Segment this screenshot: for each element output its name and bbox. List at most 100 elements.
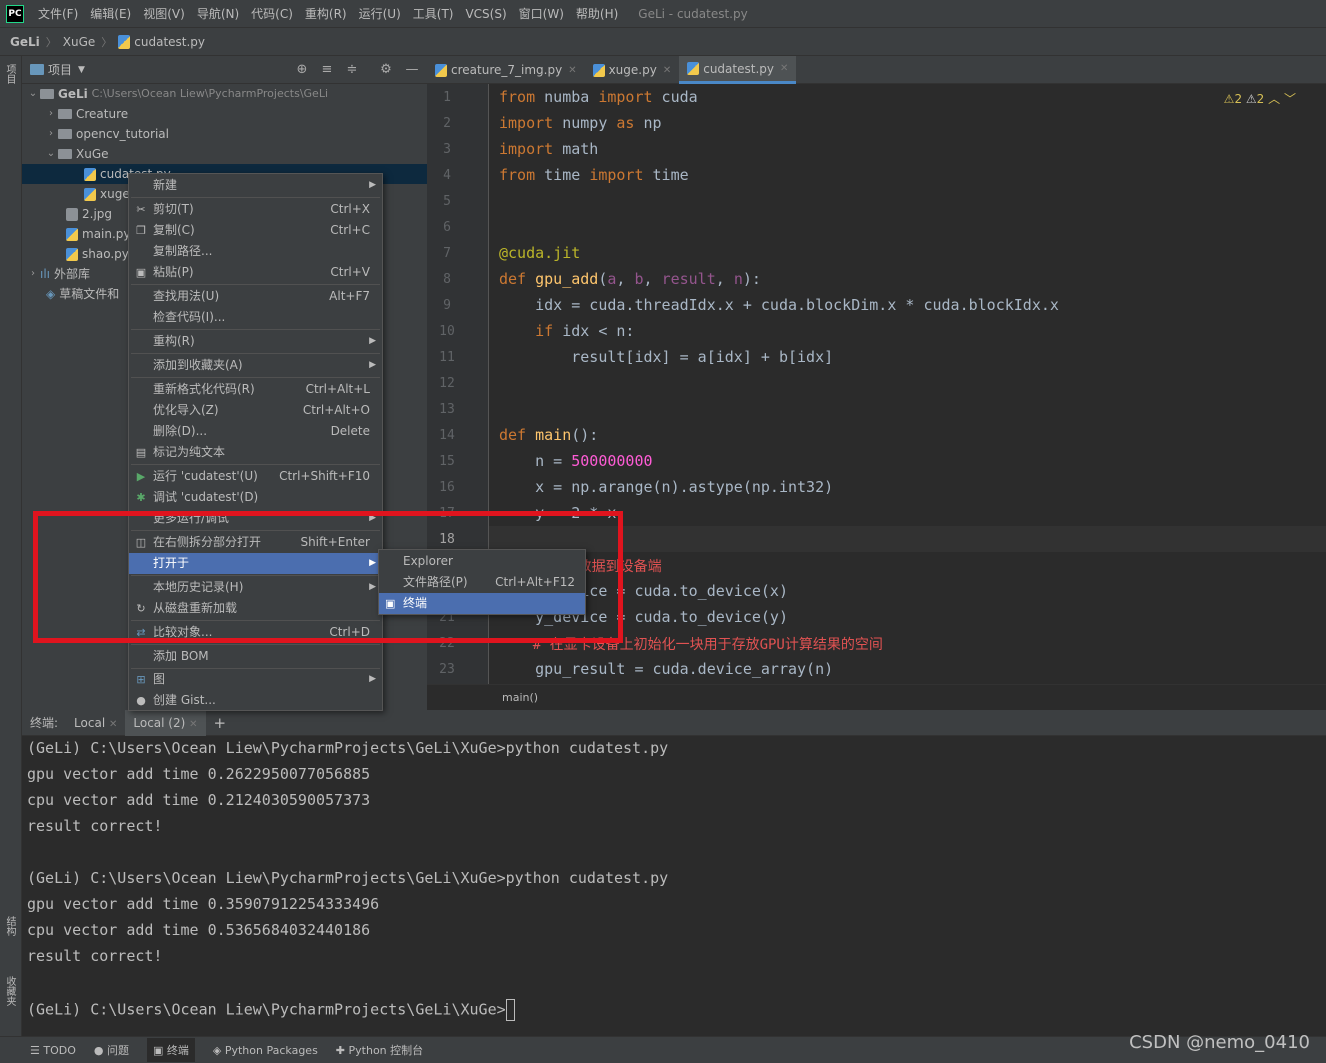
menu-separator bbox=[131, 353, 380, 354]
stripe-structure[interactable]: 结构 bbox=[2, 916, 17, 936]
submenu-file-path[interactable]: 文件路径(P) Ctrl+Alt+F12 bbox=[379, 572, 585, 593]
tree-item-xuge[interactable]: ⌄ XuGe bbox=[44, 144, 109, 164]
chevron-down-icon[interactable]: ﹀ bbox=[1284, 92, 1296, 106]
breadcrumb-folder[interactable]: XuGe bbox=[63, 35, 96, 49]
close-icon[interactable]: ✕ bbox=[189, 719, 197, 730]
tab-xuge[interactable]: xuge.py ✕ bbox=[585, 56, 680, 84]
tree-item-external-libs[interactable]: › ılı 外部库 bbox=[26, 264, 90, 284]
todo-button[interactable]: ☰ TODO bbox=[30, 1044, 76, 1057]
chevron-down-icon[interactable]: ▼ bbox=[78, 65, 85, 75]
terminal-line: gpu vector add time 0.35907912254333496 bbox=[27, 895, 380, 913]
chevron-down-icon[interactable]: ⌄ bbox=[44, 144, 58, 164]
ctx-local-history[interactable]: 本地历史记录(H) ▶ bbox=[129, 577, 382, 598]
tree-item-main[interactable]: main.py bbox=[66, 224, 131, 244]
ctx-delete[interactable]: 删除(D)... Delete bbox=[129, 421, 382, 442]
stripe-favorites[interactable]: 收藏夹 bbox=[2, 976, 17, 1006]
ctx-refactor[interactable]: 重构(R) ▶ bbox=[129, 331, 382, 352]
tree-item-opencv[interactable]: › opencv_tutorial bbox=[44, 124, 169, 144]
tab-creature[interactable]: creature_7_img.py ✕ bbox=[427, 56, 585, 84]
close-icon[interactable]: ✕ bbox=[568, 65, 576, 76]
ctx-add-bom[interactable]: 添加 BOM bbox=[129, 646, 382, 667]
tree-item-xuge-py[interactable]: xuge bbox=[84, 184, 130, 204]
project-title[interactable]: 项目 bbox=[48, 61, 72, 78]
submenu-terminal[interactable]: ▣ 终端 bbox=[379, 593, 585, 614]
close-icon[interactable]: ✕ bbox=[663, 65, 671, 76]
paste-icon: ▣ bbox=[135, 266, 147, 279]
chevron-right-icon[interactable]: › bbox=[44, 124, 58, 144]
submenu-explorer[interactable]: Explorer bbox=[379, 551, 585, 572]
chevron-right-icon[interactable]: › bbox=[26, 264, 40, 284]
locate-icon[interactable]: ⊕ bbox=[294, 62, 310, 78]
editor-scope-label[interactable]: main() bbox=[502, 691, 538, 704]
submenu-label: 文件路径(P) bbox=[403, 575, 468, 589]
ctx-label: 复制(C) bbox=[153, 223, 195, 237]
breadcrumb-file[interactable]: cudatest.py bbox=[134, 35, 205, 49]
menu-code[interactable]: 代码(C) bbox=[245, 0, 299, 28]
ctx-run[interactable]: ▶ 运行 'cudatest'(U) Ctrl+Shift+F10 bbox=[129, 466, 382, 487]
terminal[interactable]: (GeLi) C:\Users\Ocean Liew\PycharmProjec… bbox=[22, 736, 1326, 1036]
line-number: 1 bbox=[443, 90, 451, 105]
menu-refactor[interactable]: 重构(R) bbox=[299, 0, 353, 28]
editor-tabs: creature_7_img.py ✕ xuge.py ✕ cudatest.py ✕ bbox=[427, 56, 1326, 84]
ctx-open-split[interactable]: ◫ 在右侧拆分部分打开 Shift+Enter bbox=[129, 532, 382, 553]
stripe-project[interactable]: 项目 bbox=[2, 64, 17, 84]
ctx-inspect-code[interactable]: 检查代码(I)... bbox=[129, 307, 382, 328]
tree-item-root[interactable]: ⌄ GeLi C:\Users\Ocean Liew\PycharmProjec… bbox=[26, 84, 328, 104]
menu-help[interactable]: 帮助(H) bbox=[570, 0, 624, 28]
expand-all-icon[interactable]: ≡ bbox=[319, 62, 335, 78]
python-packages-button[interactable]: ◈ Python Packages bbox=[213, 1044, 318, 1057]
tab-label: creature_7_img.py bbox=[451, 63, 563, 77]
ctx-new[interactable]: 新建 ▶ bbox=[129, 175, 382, 196]
status-label: 终端 bbox=[166, 1044, 189, 1057]
tree-item-shao[interactable]: shao.py bbox=[66, 244, 129, 264]
breadcrumb-project[interactable]: GeLi bbox=[10, 35, 40, 49]
tree-label: 2.jpg bbox=[82, 207, 113, 221]
chevron-right-icon: ▶ bbox=[369, 674, 376, 684]
collapse-all-icon[interactable]: ≑ bbox=[344, 62, 360, 78]
close-icon[interactable]: ✕ bbox=[109, 719, 117, 730]
ctx-debug[interactable]: ✱ 调试 'cudatest'(D) bbox=[129, 487, 382, 508]
ctx-compare-with[interactable]: ⇄ 比较对象... Ctrl+D bbox=[129, 622, 382, 643]
ctx-shortcut: Ctrl+D bbox=[329, 625, 370, 639]
problems-button[interactable]: ● 问题 bbox=[94, 1042, 129, 1058]
tab-cudatest[interactable]: cudatest.py ✕ bbox=[679, 56, 797, 84]
ctx-reload-from-disk[interactable]: ↻ 从磁盘重新加载 bbox=[129, 598, 382, 619]
warnings-indicator[interactable]: ⚠2 ⚠2 ︿ ﹀ bbox=[1224, 90, 1296, 107]
add-terminal-button[interactable]: + bbox=[206, 714, 235, 732]
chevron-right-icon[interactable]: › bbox=[44, 104, 58, 124]
ctx-create-gist[interactable]: ● 创建 Gist... bbox=[129, 690, 382, 711]
ctx-cut[interactable]: ✂ 剪切(T) Ctrl+X bbox=[129, 199, 382, 220]
menu-run[interactable]: 运行(U) bbox=[353, 0, 407, 28]
menu-view[interactable]: 视图(V) bbox=[137, 0, 191, 28]
menu-file[interactable]: 文件(F) bbox=[32, 0, 84, 28]
ctx-copy-path[interactable]: 复制路径... bbox=[129, 241, 382, 262]
chevron-up-icon[interactable]: ︿ bbox=[1268, 92, 1280, 106]
minimize-icon[interactable]: — bbox=[404, 62, 420, 78]
terminal-button[interactable]: ▣ 终端 bbox=[146, 1038, 195, 1062]
menu-tools[interactable]: 工具(T) bbox=[407, 0, 460, 28]
tree-item-scratches[interactable]: ◈ 草稿文件和 bbox=[46, 284, 119, 304]
gear-icon[interactable]: ⚙ bbox=[378, 62, 394, 78]
terminal-tab-local-2[interactable]: Local (2) ✕ bbox=[125, 709, 206, 736]
ctx-open-in[interactable]: 打开于 ▶ bbox=[129, 553, 382, 574]
ctx-optimize-imports[interactable]: 优化导入(Z) Ctrl+Alt+O bbox=[129, 400, 382, 421]
ctx-find-usages[interactable]: 查找用法(U) Alt+F7 bbox=[129, 286, 382, 307]
tree-label: opencv_tutorial bbox=[76, 127, 169, 141]
ctx-copy[interactable]: ❐ 复制(C) Ctrl+C bbox=[129, 220, 382, 241]
ctx-reformat[interactable]: 重新格式化代码(R) Ctrl+Alt+L bbox=[129, 379, 382, 400]
menu-edit[interactable]: 编辑(E) bbox=[84, 0, 137, 28]
terminal-tab-local[interactable]: Local ✕ bbox=[66, 716, 125, 730]
chevron-down-icon[interactable]: ⌄ bbox=[26, 84, 40, 104]
python-console-button[interactable]: ✚ Python 控制台 bbox=[336, 1042, 423, 1058]
ctx-mark-plain-text[interactable]: ▤ 标记为纯文本 bbox=[129, 442, 382, 463]
ctx-more-run-debug[interactable]: 更多运行/调试 ▶ bbox=[129, 508, 382, 529]
menu-vcs[interactable]: VCS(S) bbox=[459, 0, 512, 28]
close-icon[interactable]: ✕ bbox=[780, 63, 788, 74]
ctx-add-to-favorites[interactable]: 添加到收藏夹(A) ▶ bbox=[129, 355, 382, 376]
menu-navigate[interactable]: 导航(N) bbox=[191, 0, 245, 28]
ctx-diagrams[interactable]: ⊞ 图 ▶ bbox=[129, 669, 382, 690]
menu-window[interactable]: 窗口(W) bbox=[513, 0, 570, 28]
tree-item-2jpg[interactable]: 2.jpg bbox=[66, 204, 112, 224]
ctx-paste[interactable]: ▣ 粘贴(P) Ctrl+V bbox=[129, 262, 382, 283]
tree-item-creature[interactable]: › Creature bbox=[44, 104, 128, 124]
